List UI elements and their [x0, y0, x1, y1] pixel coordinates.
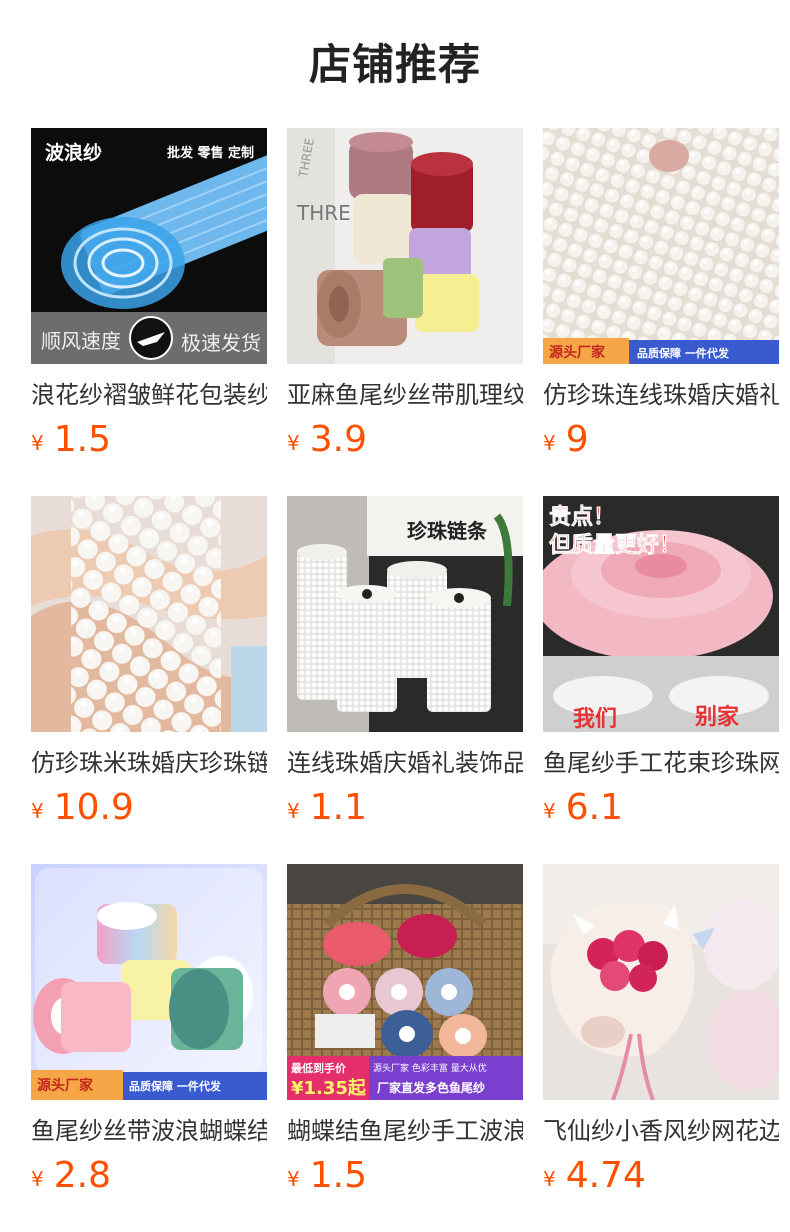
currency-symbol: ¥: [287, 1167, 300, 1191]
currency-symbol: ¥: [287, 431, 300, 455]
price-value: 3.9: [309, 419, 367, 460]
product-image[interactable]: 贵点！ 但质量更好！ 我们 别家: [543, 496, 779, 732]
product-name[interactable]: 鱼尾纱丝带波浪蝴蝶结: [31, 1114, 267, 1148]
product-name[interactable]: 仿珍珠连线珠婚庆婚礼: [543, 378, 779, 412]
price-value: 6.1: [565, 787, 623, 828]
product-price: ¥4.74: [543, 1154, 779, 1198]
image-text: 别家: [694, 704, 740, 730]
product-name[interactable]: 鱼尾纱手工花束珍珠网: [543, 746, 779, 780]
image-text: 源头厂家: [549, 344, 606, 361]
price-value: 1.1: [309, 787, 367, 828]
product-price: ¥10.9: [31, 786, 267, 830]
currency-symbol: ¥: [31, 1167, 44, 1191]
image-text: 厂家直发多色鱼尾纱: [377, 1080, 485, 1095]
product-price: ¥6.1: [543, 786, 779, 830]
product-price: ¥3.9: [287, 418, 523, 462]
product-price: ¥1.5: [31, 418, 267, 462]
image-text: 品质保障 一件代发: [129, 1079, 222, 1093]
product-card[interactable]: 仿珍珠米珠婚庆珍珠链 ¥10.9: [31, 496, 267, 828]
product-name[interactable]: 仿珍珠米珠婚庆珍珠链: [31, 746, 267, 780]
product-price: ¥1.1: [287, 786, 523, 830]
product-card[interactable]: 珍珠链条 连线珠婚庆婚礼装饰品 ¥1.1: [287, 496, 523, 828]
price-value: 1.5: [309, 1155, 367, 1196]
product-image[interactable]: 源头厂家 品质保障 一件代发: [31, 864, 267, 1100]
price-value: 10.9: [53, 787, 134, 828]
image-text: ¥1.35起: [291, 1077, 367, 1099]
product-grid: 波浪纱 批发 零售 定制 顺风速度 极速发货 浪花纱褶皱鲜花包装纱 ¥1.5 T…: [31, 128, 779, 1196]
image-text: 我们: [573, 707, 617, 732]
product-card[interactable]: 源头厂家 品质保障 一件代发 鱼尾纱丝带波浪蝴蝶结 ¥2.8: [31, 864, 267, 1196]
product-name[interactable]: 蝴蝶结鱼尾纱手工波浪: [287, 1114, 523, 1148]
product-image[interactable]: [543, 864, 779, 1100]
product-card[interactable]: THREE THRE 亚麻鱼尾纱丝带肌理纹 ¥3.9: [287, 128, 523, 460]
price-value: 4.74: [565, 1155, 646, 1196]
product-card[interactable]: 源头厂家 品质保障 一件代发 仿珍珠连线珠婚庆婚礼 ¥9: [543, 128, 779, 460]
product-image[interactable]: 波浪纱 批发 零售 定制 顺风速度 极速发货: [31, 128, 267, 364]
image-text: 源头厂家 色彩丰富 量大从优: [373, 1062, 487, 1074]
image-text: 顺风速度: [41, 329, 121, 353]
price-value: 1.5: [53, 419, 111, 460]
product-image[interactable]: 珍珠链条: [287, 496, 523, 732]
image-text: THRE: [296, 201, 351, 225]
product-card[interactable]: 飞仙纱小香风纱网花边 ¥4.74: [543, 864, 779, 1196]
product-card[interactable]: 最低到手价 ¥1.35起 源头厂家 色彩丰富 量大从优 厂家直发多色鱼尾纱 蝴蝶…: [287, 864, 523, 1196]
product-name[interactable]: 亚麻鱼尾纱丝带肌理纹: [287, 378, 523, 412]
product-image[interactable]: THREE THRE: [287, 128, 523, 364]
product-name[interactable]: 飞仙纱小香风纱网花边: [543, 1114, 779, 1148]
image-text: 波浪纱: [45, 141, 102, 164]
image-text: 批发 零售 定制: [167, 145, 254, 161]
image-text: 品质保障 一件代发: [637, 346, 730, 360]
product-image[interactable]: 源头厂家 品质保障 一件代发: [543, 128, 779, 364]
image-text: 但质量更好！: [549, 532, 681, 558]
store-recommendations: 店铺推荐 波浪纱 批发 零售 定制 顺风速度 极速发货 浪花纱褶皱鲜花包装纱 ¥…: [0, 0, 790, 1232]
section-title: 店铺推荐: [308, 40, 481, 89]
product-price: ¥1.5: [287, 1154, 523, 1198]
product-image[interactable]: [31, 496, 267, 732]
product-price: ¥9: [543, 418, 779, 462]
price-value: 2.8: [53, 1155, 111, 1196]
image-text: 极速发货: [181, 331, 261, 355]
currency-symbol: ¥: [543, 431, 556, 455]
currency-symbol: ¥: [31, 431, 44, 455]
currency-symbol: ¥: [31, 799, 44, 823]
currency-symbol: ¥: [543, 1167, 556, 1191]
product-card[interactable]: 贵点！ 但质量更好！ 我们 别家 鱼尾纱手工花束珍珠网 ¥6.1: [543, 496, 779, 828]
image-text: 源头厂家: [37, 1077, 94, 1094]
image-text: 珍珠链条: [407, 519, 488, 543]
image-text: 贵点！: [549, 504, 615, 530]
product-price: ¥2.8: [31, 1154, 267, 1198]
product-name[interactable]: 浪花纱褶皱鲜花包装纱: [31, 378, 267, 412]
currency-symbol: ¥: [543, 799, 556, 823]
currency-symbol: ¥: [287, 799, 300, 823]
image-text: 最低到手价: [291, 1061, 347, 1075]
product-name[interactable]: 连线珠婚庆婚礼装饰品: [287, 746, 523, 780]
product-image[interactable]: 最低到手价 ¥1.35起 源头厂家 色彩丰富 量大从优 厂家直发多色鱼尾纱: [287, 864, 523, 1100]
product-card[interactable]: 波浪纱 批发 零售 定制 顺风速度 极速发货 浪花纱褶皱鲜花包装纱 ¥1.5: [31, 128, 267, 460]
price-value: 9: [565, 419, 589, 460]
